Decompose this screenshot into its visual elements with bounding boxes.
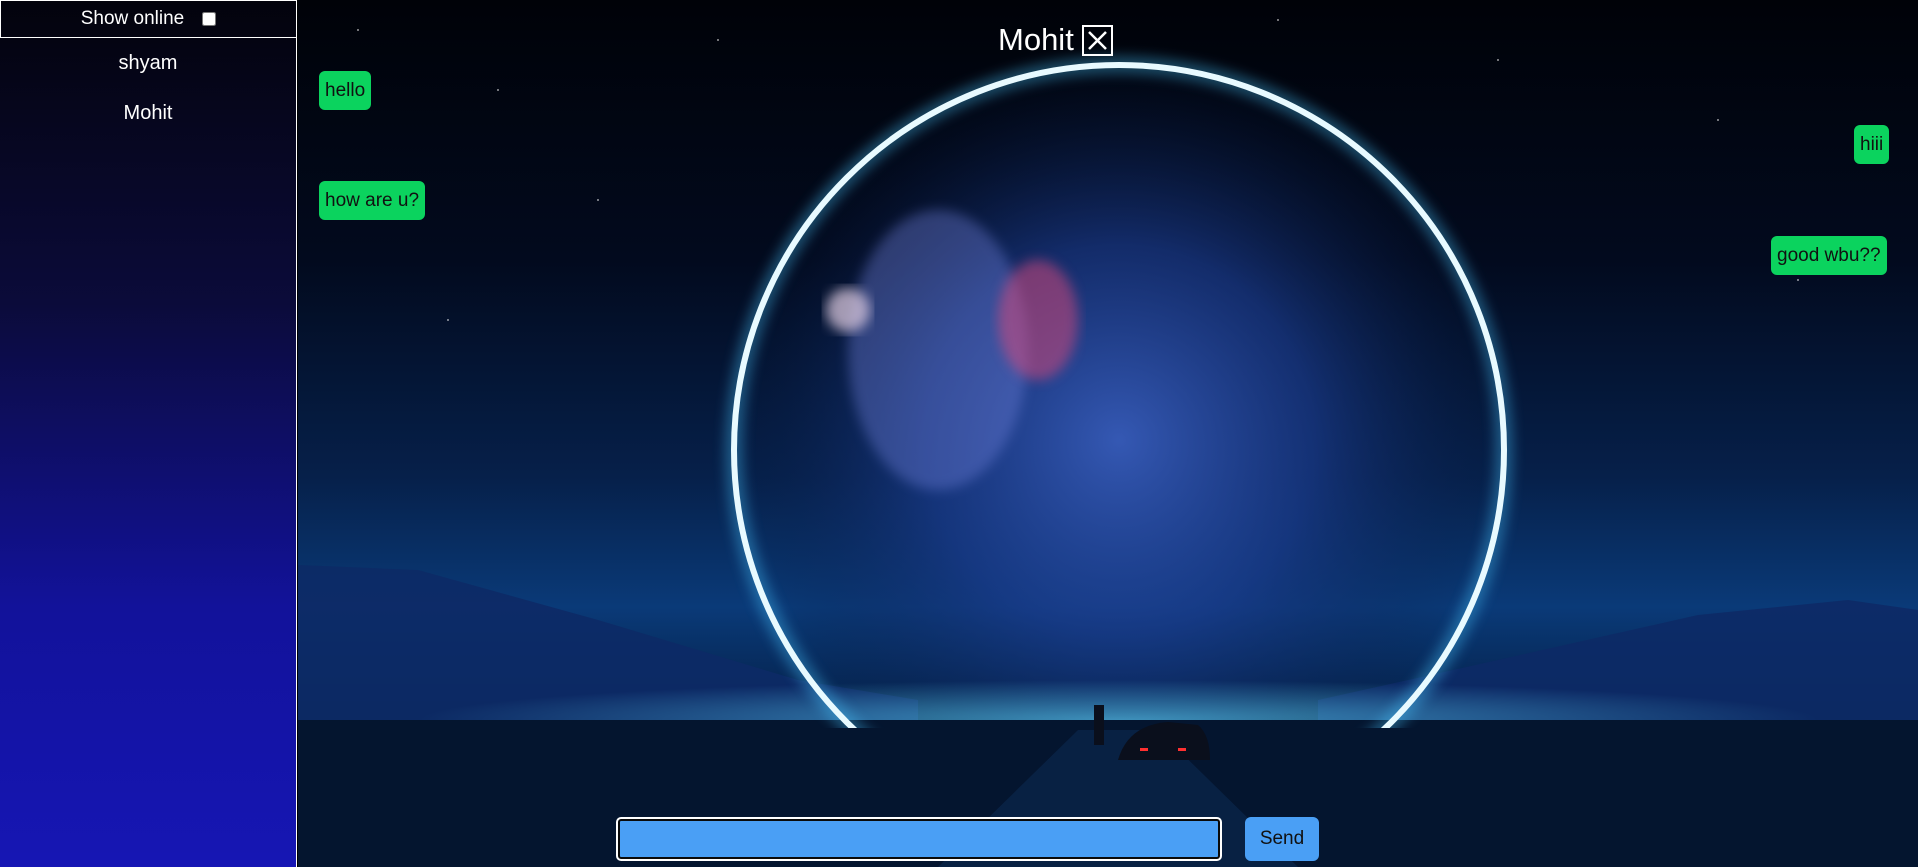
message-bubble: hiii [1854, 125, 1890, 164]
message-bubble: good wbu?? [1771, 236, 1887, 275]
user-list: shyam Mohit [0, 38, 296, 138]
message-input[interactable] [616, 817, 1222, 861]
show-online-toggle: Show online [0, 0, 296, 38]
background-wallpaper [298, 19, 1918, 867]
chat-title: Mohit [998, 22, 1074, 57]
message-bubble: hello [319, 71, 372, 110]
chat-header: Mohit [998, 20, 1113, 60]
close-icon[interactable] [1081, 24, 1113, 56]
message-composer: Send [616, 817, 1319, 861]
show-online-checkbox[interactable] [202, 12, 217, 26]
send-button[interactable]: Send [1245, 817, 1319, 861]
user-item-shyam[interactable]: shyam [0, 38, 296, 88]
sidebar: Show online shyam Mohit [0, 0, 297, 867]
user-item-mohit[interactable]: Mohit [0, 88, 296, 138]
show-online-label: Show online [80, 8, 185, 29]
message-bubble: how are u? [319, 181, 426, 220]
chat-panel: Mohit hello hiii how are u? good wbu?? S… [298, 0, 1918, 867]
